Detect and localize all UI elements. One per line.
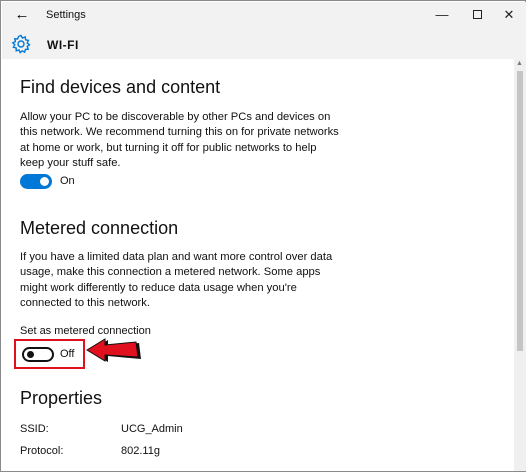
page-title: WI-FI xyxy=(47,38,79,52)
properties-heading: Properties xyxy=(20,388,103,408)
settings-window: ← Settings — ✕ WI-FI Find devices and co… xyxy=(0,0,526,472)
property-key: SSID: xyxy=(20,423,49,435)
property-key: Protocol: xyxy=(20,445,64,457)
maximize-icon xyxy=(472,10,482,20)
toggle-knob xyxy=(40,177,49,186)
find-devices-toggle-state: On xyxy=(60,175,75,187)
page-header: WI-FI xyxy=(2,29,526,59)
vertical-scrollbar[interactable]: ▲ xyxy=(514,59,526,471)
window-title: Settings xyxy=(46,9,86,21)
back-button[interactable]: ← xyxy=(12,6,32,24)
maximize-button[interactable] xyxy=(465,5,489,25)
scrollbar-thumb[interactable] xyxy=(517,71,523,351)
metered-toggle[interactable] xyxy=(22,347,54,362)
title-bar: ← Settings — ✕ xyxy=(2,2,526,29)
find-devices-toggle[interactable] xyxy=(20,174,52,189)
metered-toggle-state: Off xyxy=(60,348,75,360)
close-button[interactable]: ✕ xyxy=(497,5,521,25)
property-value: 802.11g xyxy=(121,445,160,457)
toggle-knob xyxy=(27,351,34,358)
metered-setting-label: Set as metered connection xyxy=(20,325,151,337)
scroll-up-icon[interactable]: ▲ xyxy=(516,60,523,67)
find-devices-heading: Find devices and content xyxy=(20,77,221,97)
metered-description: If you have a limited data plan and want… xyxy=(20,251,333,310)
gear-icon xyxy=(11,34,31,54)
metered-heading: Metered connection xyxy=(20,218,179,238)
settings-content: Find devices and content Allow your PC t… xyxy=(2,59,514,471)
property-value: UCG_Admin xyxy=(121,423,183,435)
find-devices-description: Allow your PC to be discoverable by othe… xyxy=(20,111,339,170)
minimize-button[interactable]: — xyxy=(430,5,454,25)
red-arrow-icon xyxy=(86,338,141,362)
